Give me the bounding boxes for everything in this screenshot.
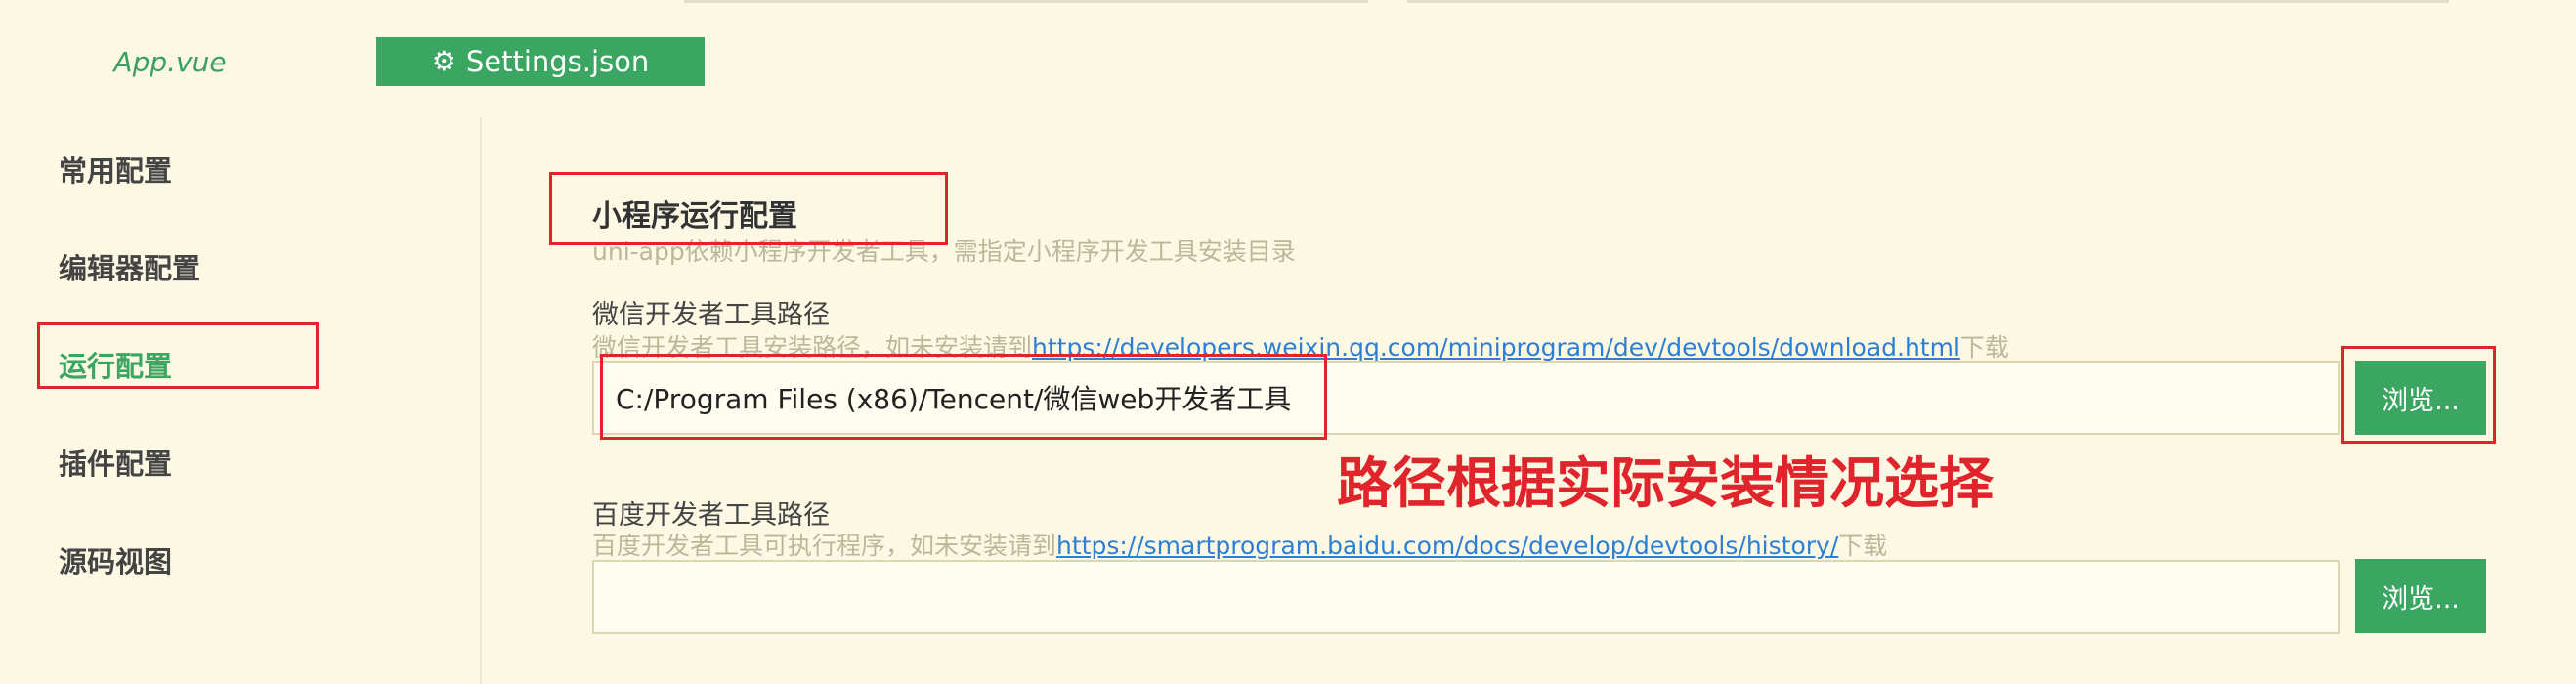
tab-app-vue-label: App.vue bbox=[113, 45, 227, 78]
browse-button-label: 浏览... bbox=[2382, 583, 2460, 615]
annotation-text: 路径根据实际安装情况选择 bbox=[1337, 452, 1994, 516]
baidu-download-link[interactable]: https://smartprogram.baidu.com/docs/deve… bbox=[1056, 532, 1838, 560]
baidu-help-suffix: 下载 bbox=[1838, 532, 1888, 560]
tab-app-vue[interactable]: App.vue bbox=[39, 37, 301, 86]
sidebar-item-common[interactable]: 常用配置 bbox=[59, 149, 172, 190]
highlight-box-run-config bbox=[37, 322, 319, 389]
baidu-devtools-help: 百度开发者工具可执行程序，如未安装请到https://smartprogram.… bbox=[592, 527, 1887, 562]
sidebar-item-label: 编辑器配置 bbox=[59, 252, 201, 285]
baidu-browse-button[interactable]: 浏览... bbox=[2355, 559, 2486, 633]
highlight-box-browse-button bbox=[2341, 346, 2496, 444]
sidebar-item-label: 插件配置 bbox=[59, 448, 173, 481]
gear-icon: ⚙ bbox=[431, 45, 456, 77]
baidu-devtools-path-input[interactable] bbox=[592, 560, 2340, 634]
wechat-devtools-label: 微信开发者工具路径 bbox=[592, 300, 830, 330]
sidebar-item-source-view[interactable]: 源码视图 bbox=[59, 539, 172, 580]
sidebar-item-plugins[interactable]: 插件配置 bbox=[59, 442, 172, 483]
top-border-line bbox=[684, 0, 1368, 3]
baidu-help-prefix: 百度开发者工具可执行程序，如未安装请到 bbox=[592, 532, 1057, 560]
sidebar-divider bbox=[480, 117, 482, 684]
tab-settings-json[interactable]: ⚙ Settings.json bbox=[376, 37, 705, 86]
highlight-box-section-title bbox=[549, 172, 948, 245]
wechat-help-suffix: 下载 bbox=[1959, 333, 2009, 362]
sidebar-item-label: 源码视图 bbox=[59, 545, 173, 578]
top-border-line bbox=[1407, 0, 2449, 3]
highlight-box-wechat-path bbox=[600, 354, 1327, 440]
tab-settings-json-label: Settings.json bbox=[465, 45, 650, 78]
sidebar-item-label: 常用配置 bbox=[59, 154, 173, 188]
sidebar-item-editor[interactable]: 编辑器配置 bbox=[59, 246, 200, 287]
